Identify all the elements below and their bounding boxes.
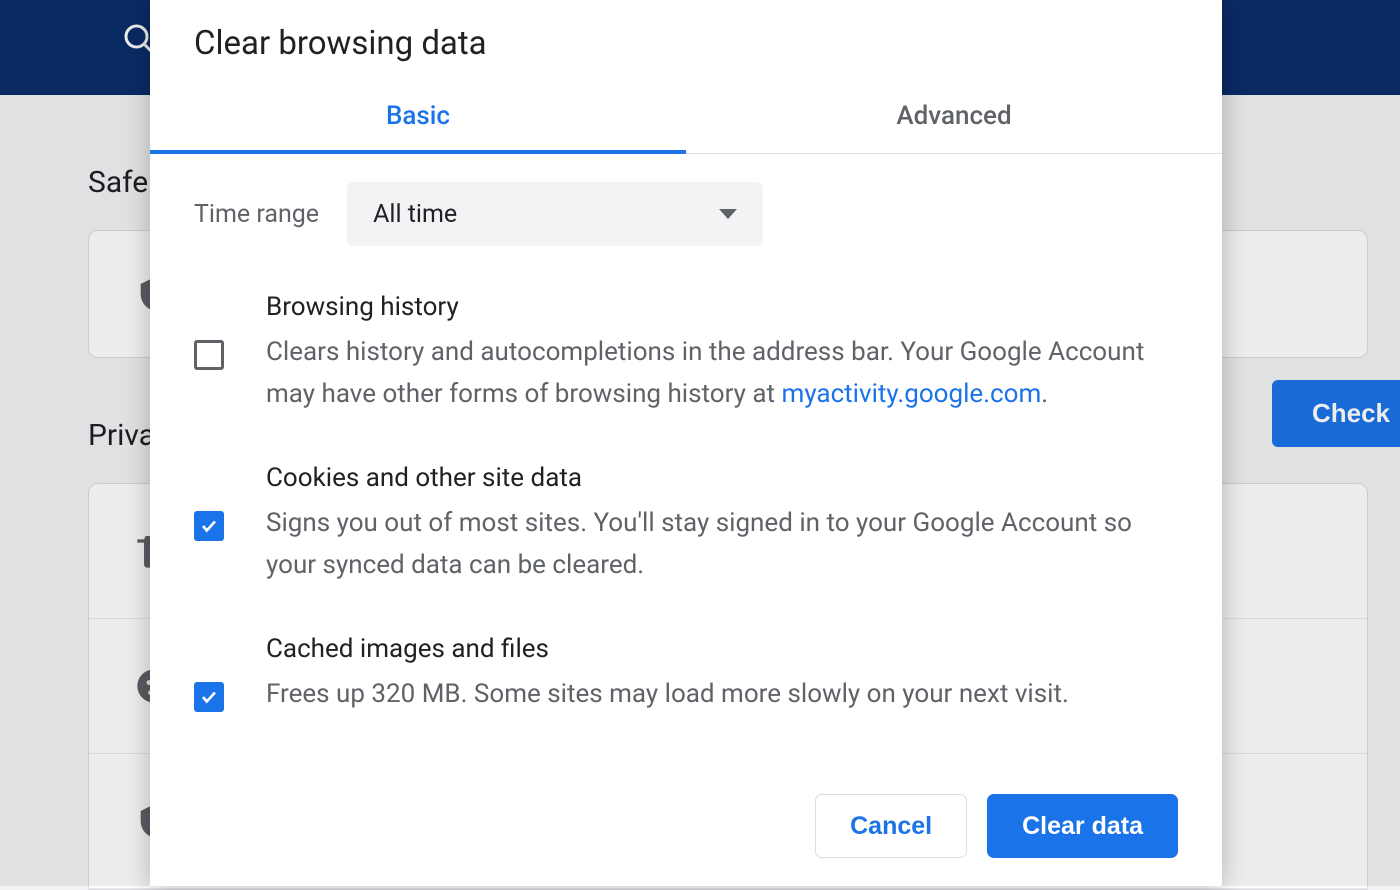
item-title: Cookies and other site data — [266, 463, 1178, 493]
item-cache: Cached images and files Frees up 320 MB.… — [194, 634, 1178, 716]
myactivity-link[interactable]: myactivity.google.com — [782, 379, 1042, 409]
item-desc: Clears history and autocompletions in th… — [266, 332, 1178, 415]
checkbox-cache[interactable] — [194, 682, 224, 712]
dialog-title: Clear browsing data — [150, 0, 1222, 81]
clear-data-button[interactable]: Clear data — [987, 794, 1178, 858]
tab-advanced[interactable]: Advanced — [686, 81, 1222, 153]
checkbox-browsing-history[interactable] — [194, 340, 224, 370]
item-title: Browsing history — [266, 292, 1178, 322]
item-title: Cached images and files — [266, 634, 1178, 664]
checkmark-icon — [200, 688, 218, 706]
item-desc: Signs you out of most sites. You'll stay… — [266, 503, 1178, 586]
time-range-label: Time range — [194, 200, 319, 229]
cancel-button[interactable]: Cancel — [815, 794, 967, 858]
item-desc: Frees up 320 MB. Some sites may load mor… — [266, 674, 1178, 716]
dialog-body: Time range All time Browsing history Cle… — [150, 154, 1222, 772]
clear-browsing-data-dialog: Clear browsing data Basic Advanced Time … — [150, 0, 1222, 886]
checkbox-cookies[interactable] — [194, 511, 224, 541]
dialog-tabs: Basic Advanced — [150, 81, 1222, 154]
tab-basic[interactable]: Basic — [150, 81, 686, 153]
chevron-down-icon — [719, 209, 737, 219]
dialog-footer: Cancel Clear data — [150, 772, 1222, 886]
item-cookies: Cookies and other site data Signs you ou… — [194, 463, 1178, 586]
time-range-value: All time — [373, 200, 457, 229]
time-range-select[interactable]: All time — [347, 182, 763, 246]
checkmark-icon — [200, 517, 218, 535]
item-browsing-history: Browsing history Clears history and auto… — [194, 292, 1178, 415]
